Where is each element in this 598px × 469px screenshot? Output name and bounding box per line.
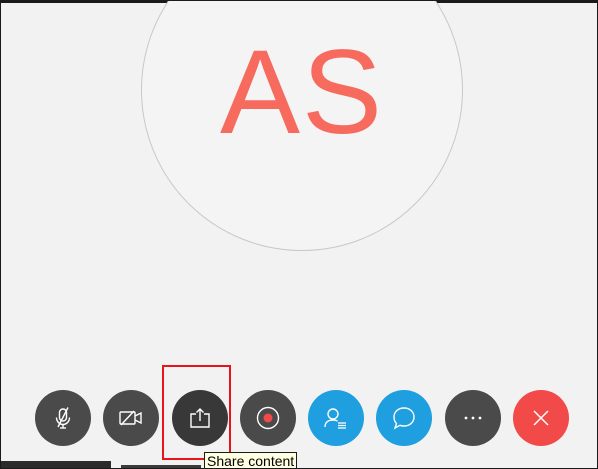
- record-icon: [255, 405, 281, 431]
- leave-meeting-button[interactable]: [513, 390, 569, 446]
- mic-off-icon: [52, 406, 74, 430]
- more-options-button[interactable]: [445, 390, 501, 446]
- chat-icon: [391, 405, 417, 431]
- participants-icon: [323, 406, 349, 430]
- video-button[interactable]: [103, 390, 159, 446]
- participants-button[interactable]: [308, 390, 364, 446]
- more-options-icon: [462, 415, 484, 421]
- share-content-tooltip: Share content: [204, 452, 298, 468]
- video-off-icon: [118, 408, 144, 428]
- close-icon: [530, 407, 552, 429]
- participant-avatar: AS: [141, 1, 463, 251]
- taskbar-fragment-secondary: [121, 465, 201, 468]
- meeting-window: AS Share content: [0, 0, 598, 469]
- participant-initials: AS: [219, 25, 385, 159]
- record-button[interactable]: [240, 390, 296, 446]
- chat-button[interactable]: [376, 390, 432, 446]
- share-button-highlight: [162, 365, 231, 460]
- mute-button[interactable]: [35, 390, 91, 446]
- taskbar-fragment: [1, 461, 111, 468]
